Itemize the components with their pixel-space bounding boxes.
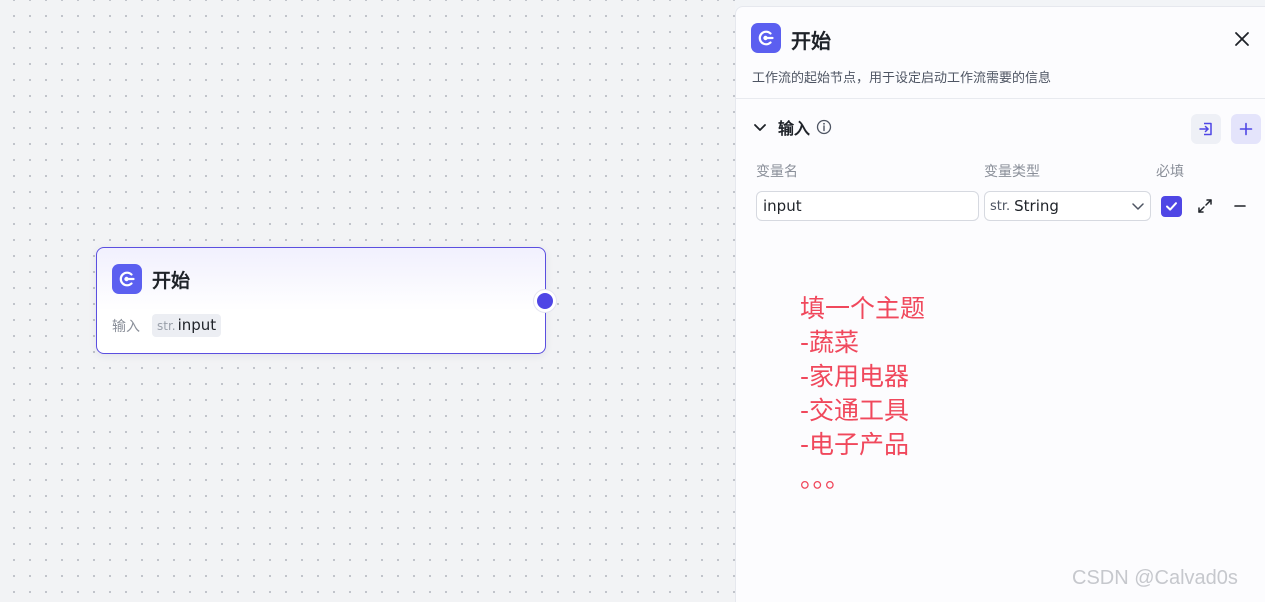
watermark: CSDN @Calvad0s <box>1072 567 1238 589</box>
column-header-type: 变量类型 <box>984 164 1040 180</box>
plus-icon <box>1239 122 1253 136</box>
node-output-handle[interactable] <box>534 290 556 312</box>
start-node[interactable]: 开始 输入 str. input <box>96 247 546 354</box>
type-value: String <box>1014 197 1059 215</box>
node-input-label: 输入 <box>112 318 140 335</box>
panel-title: 开始 <box>791 29 831 53</box>
handwritten-annotation: 填一个主题 -蔬菜 -家用电器 -交通工具 -电子产品 。。。 <box>800 292 925 496</box>
expand-button[interactable] <box>1194 195 1216 217</box>
column-header-required: 必填 <box>1156 164 1184 180</box>
import-button[interactable] <box>1191 114 1221 144</box>
panel-description: 工作流的起始节点，用于设定启动工作流需要的信息 <box>752 71 1052 86</box>
info-icon[interactable] <box>816 119 832 135</box>
panel-header: 开始 工作流的起始节点，用于设定启动工作流需要的信息 <box>736 7 1265 99</box>
start-icon <box>751 23 781 53</box>
annotation-line: -蔬菜 <box>800 328 860 357</box>
type-prefix: str. <box>990 198 1011 214</box>
annotation-line: -电子产品 <box>800 430 910 459</box>
annotation-line: 。。。 <box>800 464 851 493</box>
chevron-down-icon <box>1132 203 1144 210</box>
annotation-line: -家用电器 <box>800 362 910 391</box>
input-section-header: 输入 <box>752 115 832 139</box>
section-title: 输入 <box>778 119 811 138</box>
import-icon <box>1199 122 1212 136</box>
variable-name: input <box>177 316 217 334</box>
close-icon <box>1235 32 1249 46</box>
variable-type-tag: str. <box>157 319 176 333</box>
annotation-line: -交通工具 <box>800 396 910 425</box>
start-icon <box>112 264 142 294</box>
add-variable-button[interactable] <box>1231 114 1261 144</box>
close-button[interactable] <box>1230 27 1254 51</box>
node-variable-chip: str. input <box>152 314 222 337</box>
variable-name-input[interactable] <box>756 191 979 221</box>
chevron-down-icon[interactable] <box>752 119 768 135</box>
expand-icon <box>1198 199 1212 213</box>
remove-variable-button[interactable] <box>1229 195 1251 217</box>
check-icon <box>1166 202 1177 211</box>
node-title: 开始 <box>152 270 191 292</box>
annotation-line: 填一个主题 <box>800 294 926 323</box>
required-checkbox[interactable] <box>1161 196 1182 217</box>
column-header-name: 变量名 <box>756 164 798 180</box>
variable-type-select[interactable]: str. String <box>984 191 1151 221</box>
minus-icon <box>1234 205 1246 207</box>
node-input-row: 输入 str. input <box>112 314 222 337</box>
